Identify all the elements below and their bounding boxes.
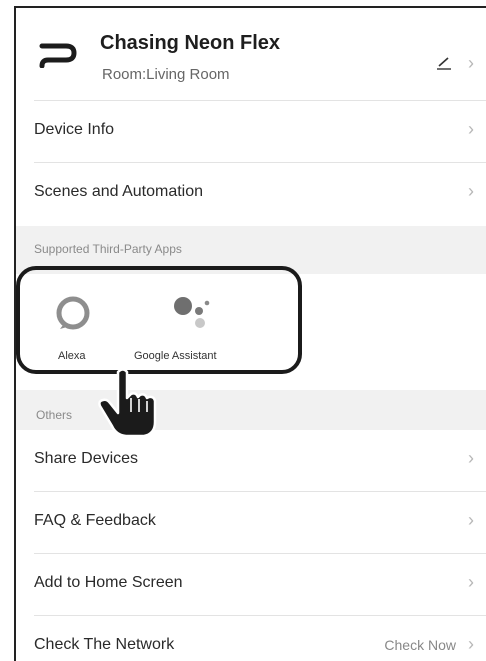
row-label: Check The Network bbox=[34, 636, 175, 653]
section-others: Others bbox=[16, 390, 486, 430]
section-title: Supported Third-Party Apps bbox=[34, 242, 182, 256]
chevron-right-icon: › bbox=[468, 119, 474, 139]
row-scenes-automation[interactable]: Scenes and Automation › bbox=[16, 163, 486, 224]
pointing-hand-icon bbox=[98, 368, 157, 438]
row-device-info[interactable]: Device Info › bbox=[16, 101, 486, 162]
device-header[interactable]: Chasing Neon Flex Room:Living Room › bbox=[16, 8, 486, 100]
neon-flex-icon bbox=[39, 43, 77, 68]
row-label: FAQ & Feedback bbox=[34, 512, 156, 529]
device-name: Chasing Neon Flex bbox=[100, 32, 281, 54]
row-label: Scenes and Automation bbox=[34, 183, 204, 200]
pencil-icon[interactable] bbox=[436, 56, 454, 70]
chevron-right-icon: › bbox=[468, 572, 474, 592]
screen: Chasing Neon Flex Room:Living Room › Dev… bbox=[14, 6, 486, 661]
row-faq-feedback[interactable]: FAQ & Feedback › bbox=[16, 492, 486, 553]
row-check-network[interactable]: Check The Network Check Now › bbox=[16, 616, 486, 661]
chevron-right-icon: › bbox=[468, 53, 474, 73]
row-share-devices[interactable]: Share Devices › bbox=[16, 430, 486, 491]
row-add-home-screen[interactable]: Add to Home Screen › bbox=[16, 554, 486, 615]
check-now-value[interactable]: Check Now bbox=[384, 637, 456, 653]
row-label: Add to Home Screen bbox=[34, 574, 183, 591]
section-title: Others bbox=[36, 408, 73, 422]
device-room: Room:Living Room bbox=[102, 66, 230, 83]
row-label: Share Devices bbox=[34, 450, 139, 467]
chevron-right-icon: › bbox=[468, 510, 474, 530]
chevron-right-icon: › bbox=[468, 448, 474, 468]
highlight-outline bbox=[16, 266, 302, 374]
row-label: Device Info bbox=[34, 121, 115, 138]
chevron-right-icon: › bbox=[468, 634, 474, 654]
chevron-right-icon: › bbox=[468, 181, 474, 201]
